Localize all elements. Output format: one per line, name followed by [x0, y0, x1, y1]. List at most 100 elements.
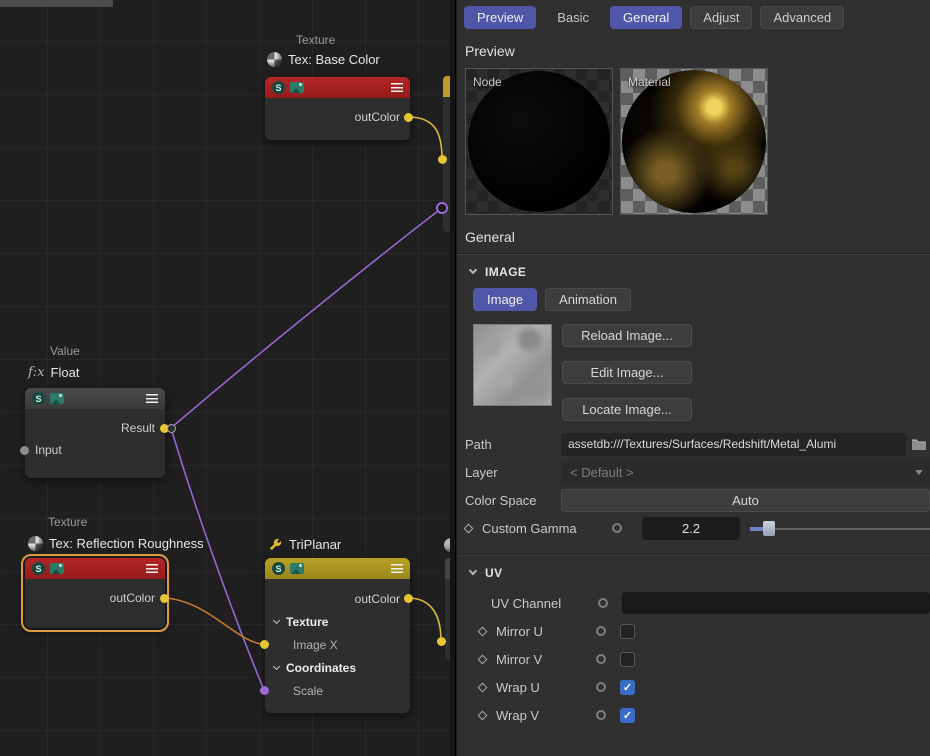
mirror-v-checkbox[interactable] — [620, 652, 635, 667]
port-row-scale: Scale — [265, 679, 410, 702]
port-label: outColor — [355, 110, 400, 124]
node-title: TriPlanar — [268, 537, 341, 552]
group-row-coordinates[interactable]: Coordinates — [265, 656, 410, 679]
chevron-down-icon — [469, 266, 477, 274]
material-preview-thumbnail[interactable]: Material — [620, 68, 768, 215]
image-section-header[interactable]: IMAGE — [457, 255, 930, 288]
texture-sphere-icon — [267, 52, 282, 67]
tab-basic[interactable]: Basic — [544, 6, 602, 29]
port-triplanar-scale[interactable] — [260, 686, 269, 695]
menu-icon[interactable] — [146, 394, 158, 403]
path-input[interactable]: assetdb:///Textures/Surfaces/Redshift/Me… — [561, 433, 906, 456]
node-preview-thumbnail[interactable]: Node — [465, 68, 613, 215]
keyframe-diamond-icon[interactable] — [464, 523, 474, 533]
node-editor-canvas[interactable]: Texture Tex: Base Color S outColor Value… — [0, 0, 450, 756]
tab-image[interactable]: Image — [473, 288, 537, 311]
tab-preview[interactable]: Preview — [464, 6, 536, 29]
wire-float-result-to-scale[interactable] — [171, 428, 264, 690]
node-title: f:x Float — [28, 365, 79, 380]
mirror-u-label: Mirror U — [496, 624, 596, 639]
port-triplanar-outcolor[interactable] — [404, 594, 413, 603]
tab-adjust[interactable]: Adjust — [690, 6, 752, 29]
port-float-input[interactable] — [20, 446, 29, 455]
layer-row: Layer < Default > — [457, 458, 930, 486]
chevron-down-icon — [273, 663, 280, 670]
wire-float-result-up[interactable] — [171, 208, 442, 428]
port-triplanar-imagex[interactable] — [260, 640, 269, 649]
keyframe-diamond-icon[interactable] — [478, 654, 488, 664]
menu-icon[interactable] — [146, 564, 158, 573]
panel-tab-bar: Preview Basic General Adjust Advanced — [457, 0, 930, 29]
wire-triplanar-out[interactable] — [408, 598, 441, 641]
port-edge-node-input[interactable] — [438, 155, 447, 164]
animation-dot-icon[interactable] — [612, 523, 622, 533]
mirror-u-checkbox[interactable] — [620, 624, 635, 639]
keyframe-diamond-icon[interactable] — [478, 682, 488, 692]
image-icon[interactable] — [50, 393, 64, 404]
tab-animation[interactable]: Animation — [545, 288, 631, 311]
wrap-v-checkbox[interactable]: ✓ — [620, 708, 635, 723]
node-preview-label: Node — [473, 75, 502, 89]
slider-track[interactable] — [750, 528, 930, 530]
uv-section-title: UV — [485, 566, 502, 580]
animation-dot-icon[interactable] — [596, 654, 606, 664]
port-edge-node-input-2[interactable] — [436, 202, 448, 214]
group-row-texture[interactable]: Texture — [265, 610, 410, 633]
material-preview-image — [622, 70, 766, 213]
solo-icon[interactable]: S — [272, 81, 285, 94]
animation-dot-icon[interactable] — [596, 682, 606, 692]
node-header[interactable]: S — [265, 77, 410, 98]
keyframe-diamond-icon[interactable] — [478, 710, 488, 720]
mirror-u-row: Mirror U — [457, 617, 930, 645]
tab-general[interactable]: General — [610, 6, 682, 29]
port-basecolor-outcolor[interactable] — [404, 113, 413, 122]
texture-thumbnail[interactable] — [473, 324, 552, 406]
solo-icon[interactable]: S — [32, 562, 45, 575]
gamma-slider[interactable] — [750, 517, 930, 540]
solo-icon[interactable]: S — [272, 562, 285, 575]
port-label: Input — [35, 443, 62, 457]
colorspace-button[interactable]: Auto — [561, 489, 930, 512]
image-icon[interactable] — [290, 82, 304, 93]
animation-dot-icon[interactable] — [598, 598, 608, 608]
chevron-down-icon — [273, 617, 280, 624]
preview-heading: Preview — [465, 43, 930, 59]
uv-channel-input[interactable] — [622, 592, 930, 614]
edge-node-partial-bottom[interactable] — [445, 558, 450, 660]
image-icon[interactable] — [290, 563, 304, 574]
layer-label: Layer — [465, 465, 561, 480]
menu-icon[interactable] — [391, 564, 403, 573]
keyframe-diamond-icon[interactable] — [478, 626, 488, 636]
node-tex-reflection-roughness[interactable]: S outColor — [25, 558, 165, 628]
node-float[interactable]: S Result Input — [25, 388, 165, 478]
locate-image-button[interactable]: Locate Image... — [562, 398, 692, 421]
panel-divider[interactable] — [450, 0, 456, 756]
menu-icon[interactable] — [391, 83, 403, 92]
wire-roughness-to-imagex[interactable] — [164, 598, 264, 644]
animation-dot-icon[interactable] — [596, 710, 606, 720]
node-header[interactable]: S — [25, 558, 165, 579]
solo-icon[interactable]: S — [32, 392, 45, 405]
reload-image-button[interactable]: Reload Image... — [562, 324, 692, 347]
uv-section-header[interactable]: UV — [457, 556, 930, 589]
tab-advanced[interactable]: Advanced — [760, 6, 844, 29]
node-preview-image — [468, 71, 610, 212]
node-type-label: Texture — [296, 33, 335, 47]
node-tex-base-color[interactable]: S outColor — [265, 77, 410, 140]
node-triplanar[interactable]: S outColor Texture Image X Coordinates — [265, 558, 410, 713]
slider-handle[interactable] — [763, 521, 775, 536]
edge-node-icon — [444, 538, 450, 552]
gamma-value-input[interactable]: 2.2 — [642, 517, 740, 540]
browse-folder-button[interactable] — [911, 438, 927, 451]
node-header[interactable]: S — [25, 388, 165, 409]
edit-image-button[interactable]: Edit Image... — [562, 361, 692, 384]
image-icon[interactable] — [50, 563, 64, 574]
animation-dot-icon[interactable] — [596, 626, 606, 636]
port-roughness-outcolor[interactable] — [160, 594, 169, 603]
node-header[interactable]: S — [265, 558, 410, 579]
port-edge-node-bottom-input[interactable] — [437, 637, 446, 646]
custom-gamma-label: Custom Gamma — [482, 521, 612, 536]
wire-basecolor-out[interactable] — [408, 117, 442, 159]
wrap-u-checkbox[interactable]: ✓ — [620, 680, 635, 695]
layer-dropdown[interactable]: < Default > — [561, 461, 930, 484]
